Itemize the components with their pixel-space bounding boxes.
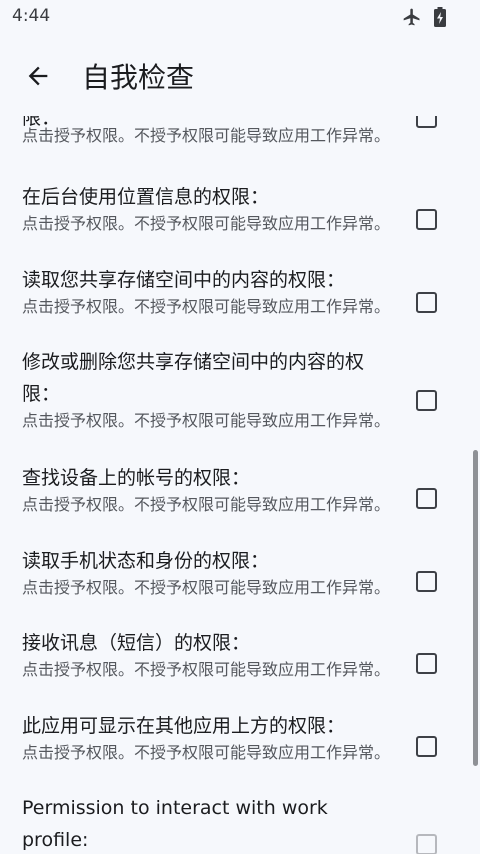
permission-title: Permission to interact with work profile… <box>22 797 328 851</box>
page-title: 自我检查 <box>82 61 195 94</box>
back-button[interactable] <box>20 58 56 94</box>
permission-title: 在后台使用位置信息的权限： <box>22 186 270 208</box>
permission-checkbox[interactable] <box>416 209 437 230</box>
permission-item[interactable]: 在后台使用位置信息的权限： 点击授予权限。不授予权限可能导致应用工作异常。 <box>0 180 480 262</box>
airplane-mode-icon <box>403 8 420 26</box>
permission-item[interactable]: 接收讯息（短信）的权限： 点击授予权限。不授予权限可能导致应用工作异常。 <box>0 626 480 708</box>
status-bar: 4:44 <box>0 0 480 34</box>
status-time: 4:44 <box>12 6 51 26</box>
permission-item[interactable]: 修改或删除您共享存储空间中的内容的权限： 点击授予权限。不授予权限可能导致应用工… <box>0 345 480 457</box>
permission-title: 接收讯息（短信）的权限： <box>22 632 251 654</box>
permission-subtitle: 点击授予权限。不授予权限可能导致应用工作异常。 <box>22 214 391 233</box>
permission-subtitle: 点击授予权限。不授予权限可能导致应用工作异常。 <box>22 495 391 514</box>
permission-item[interactable]: Permission to interact with work profile… <box>0 792 480 854</box>
permission-item[interactable]: 限： 点击授予权限。不授予权限可能导致应用工作异常。 <box>0 116 480 180</box>
app-bar: 自我检查 <box>0 34 480 116</box>
permission-subtitle: 点击授予权限。不授予权限可能导致应用工作异常。 <box>22 743 391 762</box>
permission-checkbox[interactable] <box>416 653 437 674</box>
arrow-left-icon <box>28 66 48 86</box>
permission-checkbox[interactable] <box>416 834 437 854</box>
permission-title: 查找设备上的帐号的权限： <box>22 467 251 489</box>
permission-item[interactable]: 读取您共享存储空间中的内容的权限： 点击授予权限。不授予权限可能导致应用工作异常… <box>0 263 480 345</box>
permission-checkbox[interactable] <box>416 571 437 592</box>
permission-title: 读取您共享存储空间中的内容的权限： <box>22 269 346 291</box>
permission-subtitle: 点击授予权限。不授予权限可能导致应用工作异常。 <box>22 411 391 430</box>
permission-item[interactable]: 此应用可显示在其他应用上方的权限： 点击授予权限。不授予权限可能导致应用工作异常… <box>0 709 480 791</box>
scrollbar[interactable] <box>473 450 478 766</box>
permission-item[interactable]: 读取手机状态和身份的权限： 点击授予权限。不授予权限可能导致应用工作异常。 <box>0 544 480 626</box>
permission-checkbox[interactable] <box>416 390 437 411</box>
permission-subtitle: 点击授予权限。不授予权限可能导致应用工作异常。 <box>22 297 391 316</box>
permission-checkbox[interactable] <box>416 292 437 313</box>
permission-checkbox[interactable] <box>416 116 437 128</box>
permission-item[interactable]: 查找设备上的帐号的权限： 点击授予权限。不授予权限可能导致应用工作异常。 <box>0 461 480 543</box>
permission-title: 修改或删除您共享存储空间中的内容的权限： <box>22 351 365 405</box>
permission-checkbox[interactable] <box>416 736 437 757</box>
battery-charging-icon <box>434 7 446 27</box>
permission-list[interactable]: 限： 点击授予权限。不授予权限可能导致应用工作异常。 在后台使用位置信息的权限：… <box>0 116 480 854</box>
permission-title: 读取手机状态和身份的权限： <box>22 550 270 572</box>
permission-checkbox[interactable] <box>416 488 437 509</box>
permission-subtitle: 点击授予权限。不授予权限可能导致应用工作异常。 <box>22 578 391 597</box>
permission-subtitle: 点击授予权限。不授予权限可能导致应用工作异常。 <box>22 660 391 679</box>
permission-subtitle: 点击授予权限。不授予权限可能导致应用工作异常。 <box>22 126 391 145</box>
status-icons <box>402 6 446 28</box>
permission-title: 此应用可显示在其他应用上方的权限： <box>22 715 346 737</box>
